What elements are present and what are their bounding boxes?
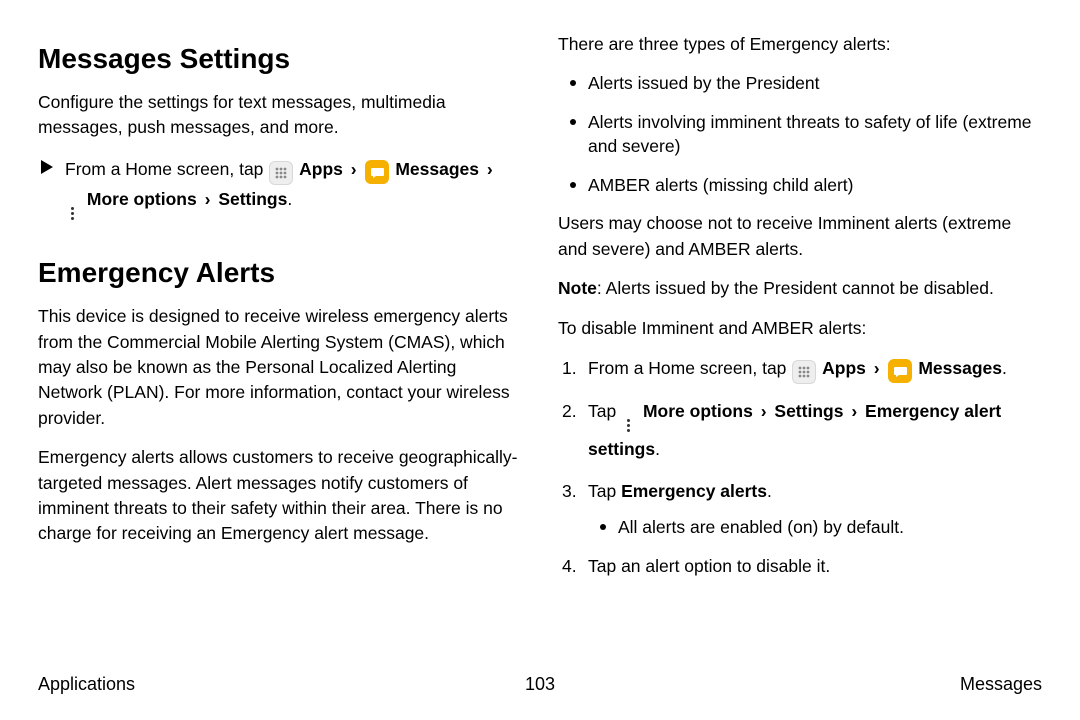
right-column: There are three types of Emergency alert… xyxy=(558,32,1042,660)
settings-label: Settings xyxy=(774,401,843,421)
chevron-right-icon: › xyxy=(487,159,493,179)
text: From a Home screen, tap xyxy=(65,159,263,179)
text: From a Home screen, tap xyxy=(588,358,786,378)
chevron-right-icon: › xyxy=(874,358,880,378)
apps-label: Apps xyxy=(299,159,343,179)
list-item: Tap an alert option to disable it. xyxy=(558,553,1042,580)
note-body: : Alerts issued by the President cannot … xyxy=(597,278,994,298)
alert-types-list: Alerts issued by the President Alerts in… xyxy=(558,71,1042,197)
emergency-alerts-label: Emergency alerts xyxy=(621,481,767,501)
settings-label: Settings xyxy=(218,189,287,209)
apps-grid-icon xyxy=(792,360,816,384)
footer-left: Applications xyxy=(38,671,135,698)
list-item: Alerts issued by the President xyxy=(558,71,1042,96)
instruction-body: From a Home screen, tap Apps › Messa xyxy=(65,155,522,225)
list-item: Tap More options › Settings › Emergency … xyxy=(558,398,1042,464)
chevron-right-icon: › xyxy=(761,401,767,421)
chevron-right-icon: › xyxy=(351,159,357,179)
paragraph: There are three types of Emergency alert… xyxy=(558,32,1042,57)
note-label: Note xyxy=(558,278,597,298)
list-item: All alerts are enabled (on) by default. xyxy=(592,515,1042,540)
apps-label: Apps xyxy=(822,358,866,378)
play-arrow-icon xyxy=(41,160,53,174)
note-paragraph: Note: Alerts issued by the President can… xyxy=(558,276,1042,301)
list-item: AMBER alerts (missing child alert) xyxy=(558,173,1042,198)
paragraph: Emergency alerts allows customers to rec… xyxy=(38,445,522,547)
messages-label: Messages xyxy=(918,358,1002,378)
chevron-right-icon: › xyxy=(851,401,857,421)
footer-right: Messages xyxy=(960,671,1042,698)
chevron-right-icon: › xyxy=(205,189,211,209)
heading-emergency-alerts: Emergency Alerts xyxy=(38,252,522,294)
paragraph: Users may choose not to receive Imminent… xyxy=(558,211,1042,262)
list-item: From a Home screen, tap Apps › Messa xyxy=(558,355,1042,384)
page-footer: Applications 103 Messages xyxy=(38,671,1042,698)
instruction-row: From a Home screen, tap Apps › Messa xyxy=(38,155,522,225)
more-options-icon xyxy=(622,414,634,436)
messages-icon xyxy=(365,160,389,184)
more-options-label: More options xyxy=(643,401,753,421)
paragraph: To disable Imminent and AMBER alerts: xyxy=(558,316,1042,341)
sub-list: All alerts are enabled (on) by default. xyxy=(592,515,1042,540)
heading-messages-settings: Messages Settings xyxy=(38,38,522,80)
left-column: Messages Settings Configure the settings… xyxy=(38,32,522,660)
text: Tap xyxy=(588,401,616,421)
paragraph: Configure the settings for text messages… xyxy=(38,90,522,141)
page-number: 103 xyxy=(525,671,555,698)
list-item: Alerts involving imminent threats to saf… xyxy=(558,110,1042,159)
apps-grid-icon xyxy=(269,161,293,185)
text: Tap xyxy=(588,481,621,501)
messages-icon xyxy=(888,359,912,383)
list-item: Tap Emergency alerts. All alerts are ena… xyxy=(558,478,1042,540)
paragraph: This device is designed to receive wirel… xyxy=(38,304,522,431)
messages-label: Messages xyxy=(395,159,479,179)
disable-steps: From a Home screen, tap Apps › Messa xyxy=(558,355,1042,580)
more-options-icon xyxy=(66,202,78,224)
more-options-label: More options xyxy=(87,189,197,209)
